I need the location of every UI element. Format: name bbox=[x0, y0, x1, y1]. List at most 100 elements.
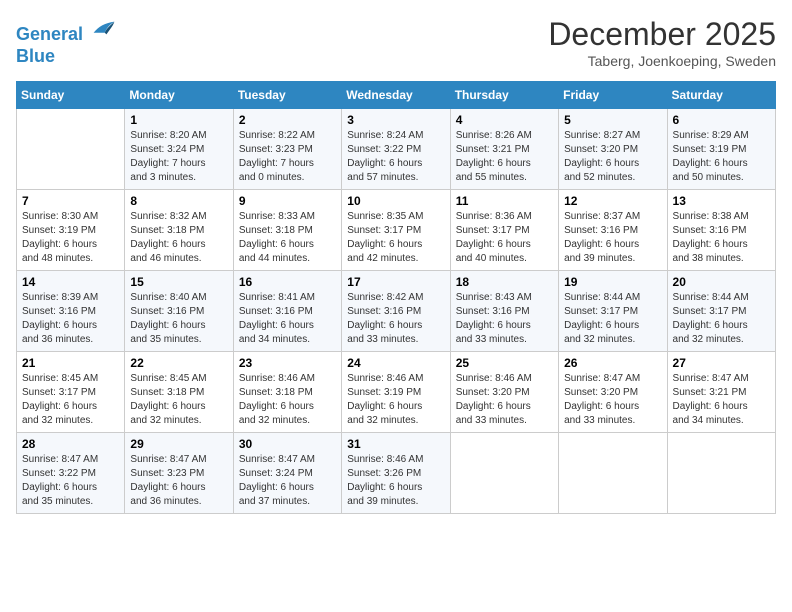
calendar-cell: 14 Sunrise: 8:39 AM Sunset: 3:16 PM Dayli… bbox=[17, 271, 125, 352]
calendar-cell: 19Sunrise: 8:44 AM Sunset: 3:17 PM Dayli… bbox=[559, 271, 667, 352]
day-info: Sunrise: 8:32 AM Sunset: 3:18 PM Dayligh… bbox=[130, 210, 227, 266]
header-saturday: Saturday bbox=[667, 82, 775, 109]
day-info: Sunrise: 8:36 AM Sunset: 3:17 PM Dayligh… bbox=[456, 210, 553, 266]
day-number: 29 bbox=[130, 437, 227, 451]
calendar-cell: 5 Sunrise: 8:27 AM Sunset: 3:20 PM Daylig… bbox=[559, 109, 667, 190]
day-number: 25 bbox=[456, 356, 553, 370]
month-title: December 2025 bbox=[548, 16, 776, 53]
day-number: 10 bbox=[347, 194, 444, 208]
calendar-week-row: 1Sunrise: 8:20 AM Sunset: 3:24 PM Daylig… bbox=[17, 109, 776, 190]
calendar-cell bbox=[450, 433, 558, 514]
calendar-cell: 24Sunrise: 8:46 AM Sunset: 3:19 PM Dayli… bbox=[342, 352, 450, 433]
calendar-table: SundayMondayTuesdayWednesdayThursdayFrid… bbox=[16, 81, 776, 514]
calendar-cell: 17 Sunrise: 8:42 AM Sunset: 3:16 PM Dayli… bbox=[342, 271, 450, 352]
day-info: Sunrise: 8:45 AM Sunset: 3:17 PM Dayligh… bbox=[22, 372, 119, 428]
day-number: 20 bbox=[673, 275, 770, 289]
day-number: 9 bbox=[239, 194, 336, 208]
day-number: 17 bbox=[347, 275, 444, 289]
day-info: Sunrise: 8:35 AM Sunset: 3:17 PM Dayligh… bbox=[347, 210, 444, 266]
header-wednesday: Wednesday bbox=[342, 82, 450, 109]
calendar-cell: 8 Sunrise: 8:32 AM Sunset: 3:18 PM Daylig… bbox=[125, 190, 233, 271]
day-number: 12 bbox=[564, 194, 661, 208]
page-header: General Blue December 2025 Taberg, Joenk… bbox=[16, 16, 776, 69]
day-number: 8 bbox=[130, 194, 227, 208]
day-number: 26 bbox=[564, 356, 661, 370]
calendar-cell bbox=[559, 433, 667, 514]
day-number: 28 bbox=[22, 437, 119, 451]
logo-text: General bbox=[16, 16, 116, 46]
day-number: 5 bbox=[564, 113, 661, 127]
day-info: Sunrise: 8:27 AM Sunset: 3:20 PM Dayligh… bbox=[564, 129, 661, 185]
calendar-cell: 18 Sunrise: 8:43 AM Sunset: 3:16 PM Dayli… bbox=[450, 271, 558, 352]
title-area: December 2025 Taberg, Joenkoeping, Swede… bbox=[548, 16, 776, 69]
header-sunday: Sunday bbox=[17, 82, 125, 109]
calendar-cell: 20 Sunrise: 8:44 AM Sunset: 3:17 PM Dayli… bbox=[667, 271, 775, 352]
day-info: Sunrise: 8:22 AM Sunset: 3:23 PM Dayligh… bbox=[239, 129, 336, 185]
day-number: 11 bbox=[456, 194, 553, 208]
calendar-week-row: 14 Sunrise: 8:39 AM Sunset: 3:16 PM Dayli… bbox=[17, 271, 776, 352]
day-number: 21 bbox=[22, 356, 119, 370]
day-info: Sunrise: 8:39 AM Sunset: 3:16 PM Dayligh… bbox=[22, 291, 119, 347]
day-info: Sunrise: 8:47 AM Sunset: 3:22 PM Dayligh… bbox=[22, 453, 119, 509]
calendar-cell: 6 Sunrise: 8:29 AM Sunset: 3:19 PM Daylig… bbox=[667, 109, 775, 190]
calendar-week-row: 21 Sunrise: 8:45 AM Sunset: 3:17 PM Dayli… bbox=[17, 352, 776, 433]
day-number: 19 bbox=[564, 275, 661, 289]
calendar-cell bbox=[667, 433, 775, 514]
location-title: Taberg, Joenkoeping, Sweden bbox=[548, 53, 776, 69]
day-info: Sunrise: 8:26 AM Sunset: 3:21 PM Dayligh… bbox=[456, 129, 553, 185]
calendar-cell: 7 Sunrise: 8:30 AM Sunset: 3:19 PM Daylig… bbox=[17, 190, 125, 271]
calendar-cell bbox=[17, 109, 125, 190]
calendar-cell: 21 Sunrise: 8:45 AM Sunset: 3:17 PM Dayli… bbox=[17, 352, 125, 433]
calendar-week-row: 28 Sunrise: 8:47 AM Sunset: 3:22 PM Dayli… bbox=[17, 433, 776, 514]
day-info: Sunrise: 8:43 AM Sunset: 3:16 PM Dayligh… bbox=[456, 291, 553, 347]
day-number: 16 bbox=[239, 275, 336, 289]
day-number: 6 bbox=[673, 113, 770, 127]
day-info: Sunrise: 8:42 AM Sunset: 3:16 PM Dayligh… bbox=[347, 291, 444, 347]
header-monday: Monday bbox=[125, 82, 233, 109]
day-number: 23 bbox=[239, 356, 336, 370]
day-info: Sunrise: 8:45 AM Sunset: 3:18 PM Dayligh… bbox=[130, 372, 227, 428]
header-tuesday: Tuesday bbox=[233, 82, 341, 109]
day-number: 22 bbox=[130, 356, 227, 370]
calendar-cell: 2 Sunrise: 8:22 AM Sunset: 3:23 PM Daylig… bbox=[233, 109, 341, 190]
day-info: Sunrise: 8:46 AM Sunset: 3:18 PM Dayligh… bbox=[239, 372, 336, 428]
day-number: 14 bbox=[22, 275, 119, 289]
calendar-cell: 3Sunrise: 8:24 AM Sunset: 3:22 PM Daylig… bbox=[342, 109, 450, 190]
header-thursday: Thursday bbox=[450, 82, 558, 109]
day-info: Sunrise: 8:30 AM Sunset: 3:19 PM Dayligh… bbox=[22, 210, 119, 266]
day-info: Sunrise: 8:47 AM Sunset: 3:21 PM Dayligh… bbox=[673, 372, 770, 428]
day-info: Sunrise: 8:46 AM Sunset: 3:26 PM Dayligh… bbox=[347, 453, 444, 509]
calendar-week-row: 7 Sunrise: 8:30 AM Sunset: 3:19 PM Daylig… bbox=[17, 190, 776, 271]
day-info: Sunrise: 8:44 AM Sunset: 3:17 PM Dayligh… bbox=[673, 291, 770, 347]
day-number: 13 bbox=[673, 194, 770, 208]
day-info: Sunrise: 8:47 AM Sunset: 3:24 PM Dayligh… bbox=[239, 453, 336, 509]
day-number: 30 bbox=[239, 437, 336, 451]
calendar-header-row: SundayMondayTuesdayWednesdayThursdayFrid… bbox=[17, 82, 776, 109]
day-info: Sunrise: 8:46 AM Sunset: 3:19 PM Dayligh… bbox=[347, 372, 444, 428]
day-info: Sunrise: 8:47 AM Sunset: 3:23 PM Dayligh… bbox=[130, 453, 227, 509]
calendar-cell: 27Sunrise: 8:47 AM Sunset: 3:21 PM Dayli… bbox=[667, 352, 775, 433]
calendar-cell: 4Sunrise: 8:26 AM Sunset: 3:21 PM Daylig… bbox=[450, 109, 558, 190]
calendar-cell: 31Sunrise: 8:46 AM Sunset: 3:26 PM Dayli… bbox=[342, 433, 450, 514]
logo-subtext: Blue bbox=[16, 46, 116, 68]
calendar-cell: 29 Sunrise: 8:47 AM Sunset: 3:23 PM Dayli… bbox=[125, 433, 233, 514]
header-friday: Friday bbox=[559, 82, 667, 109]
calendar-cell: 23 Sunrise: 8:46 AM Sunset: 3:18 PM Dayli… bbox=[233, 352, 341, 433]
calendar-cell: 25 Sunrise: 8:46 AM Sunset: 3:20 PM Dayli… bbox=[450, 352, 558, 433]
logo: General Blue bbox=[16, 16, 116, 67]
day-number: 18 bbox=[456, 275, 553, 289]
day-info: Sunrise: 8:46 AM Sunset: 3:20 PM Dayligh… bbox=[456, 372, 553, 428]
calendar-cell: 1Sunrise: 8:20 AM Sunset: 3:24 PM Daylig… bbox=[125, 109, 233, 190]
day-info: Sunrise: 8:47 AM Sunset: 3:20 PM Dayligh… bbox=[564, 372, 661, 428]
day-info: Sunrise: 8:37 AM Sunset: 3:16 PM Dayligh… bbox=[564, 210, 661, 266]
calendar-cell: 15Sunrise: 8:40 AM Sunset: 3:16 PM Dayli… bbox=[125, 271, 233, 352]
day-number: 2 bbox=[239, 113, 336, 127]
day-number: 7 bbox=[22, 194, 119, 208]
day-info: Sunrise: 8:29 AM Sunset: 3:19 PM Dayligh… bbox=[673, 129, 770, 185]
day-info: Sunrise: 8:24 AM Sunset: 3:22 PM Dayligh… bbox=[347, 129, 444, 185]
calendar-cell: 28 Sunrise: 8:47 AM Sunset: 3:22 PM Dayli… bbox=[17, 433, 125, 514]
calendar-cell: 10 Sunrise: 8:35 AM Sunset: 3:17 PM Dayli… bbox=[342, 190, 450, 271]
calendar-cell: 12 Sunrise: 8:37 AM Sunset: 3:16 PM Dayli… bbox=[559, 190, 667, 271]
day-number: 1 bbox=[130, 113, 227, 127]
day-info: Sunrise: 8:40 AM Sunset: 3:16 PM Dayligh… bbox=[130, 291, 227, 347]
